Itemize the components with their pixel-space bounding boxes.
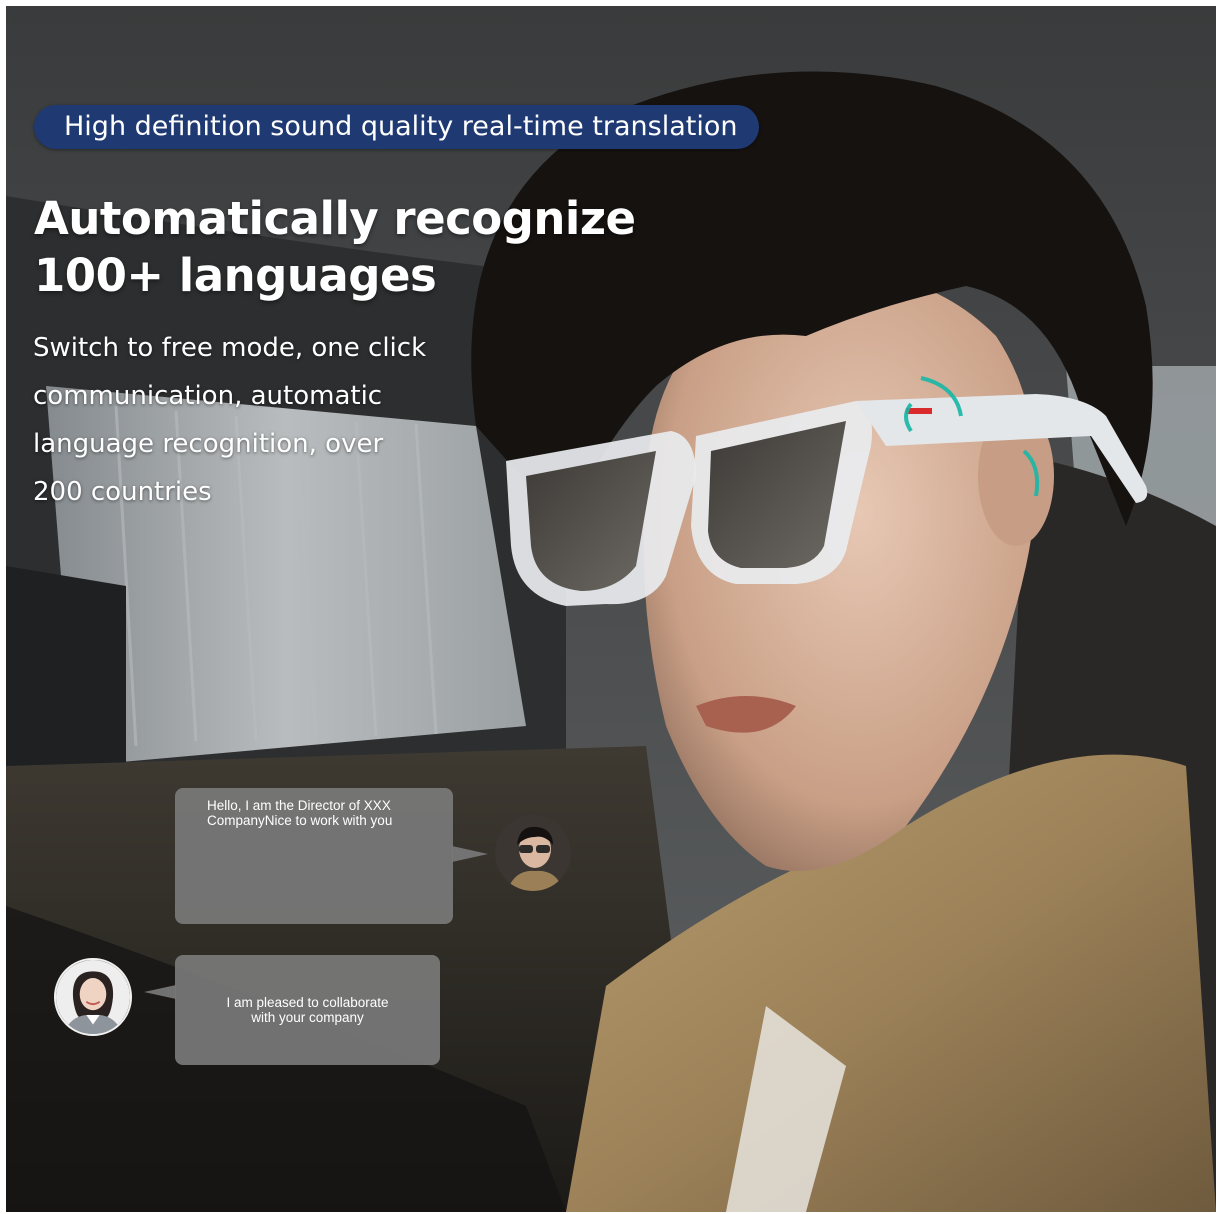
chat-bubble-outgoing: I am pleased to collaborate with your co… <box>175 955 440 1065</box>
description-line-2: communication, automatic <box>33 381 383 411</box>
chat-bubble-2-line-2: with your company <box>251 1010 364 1025</box>
headline-line-1: Automatically recognize <box>34 192 636 245</box>
feature-description: Switch to free mode, one click communica… <box>33 324 473 516</box>
description-line-1: Switch to free mode, one click <box>33 333 427 363</box>
product-image: High definition sound quality real-time … <box>6 6 1216 1212</box>
description-line-3: language recognition, over <box>33 429 384 459</box>
chat-bubble-2-tail <box>144 985 176 999</box>
chat-bubble-incoming: Hello, I am the Director of XXX CompanyN… <box>175 788 453 924</box>
description-line-4: 200 countries <box>33 477 212 507</box>
feature-banner: High definition sound quality real-time … <box>34 105 760 149</box>
avatar-man <box>495 815 571 891</box>
chat-bubble-2-line-1: I am pleased to collaborate <box>226 995 389 1010</box>
headline-line-2: 100+ languages <box>34 249 437 302</box>
chat-bubble-1-tail <box>452 846 488 862</box>
headline: Automatically recognize 100+ languages <box>34 190 654 304</box>
chat-bubble-1-line-1: Hello, I am the Director of XXX <box>207 798 391 813</box>
chat-bubble-1-line-2: CompanyNice to work with you <box>207 813 393 828</box>
avatar-woman <box>54 958 132 1036</box>
